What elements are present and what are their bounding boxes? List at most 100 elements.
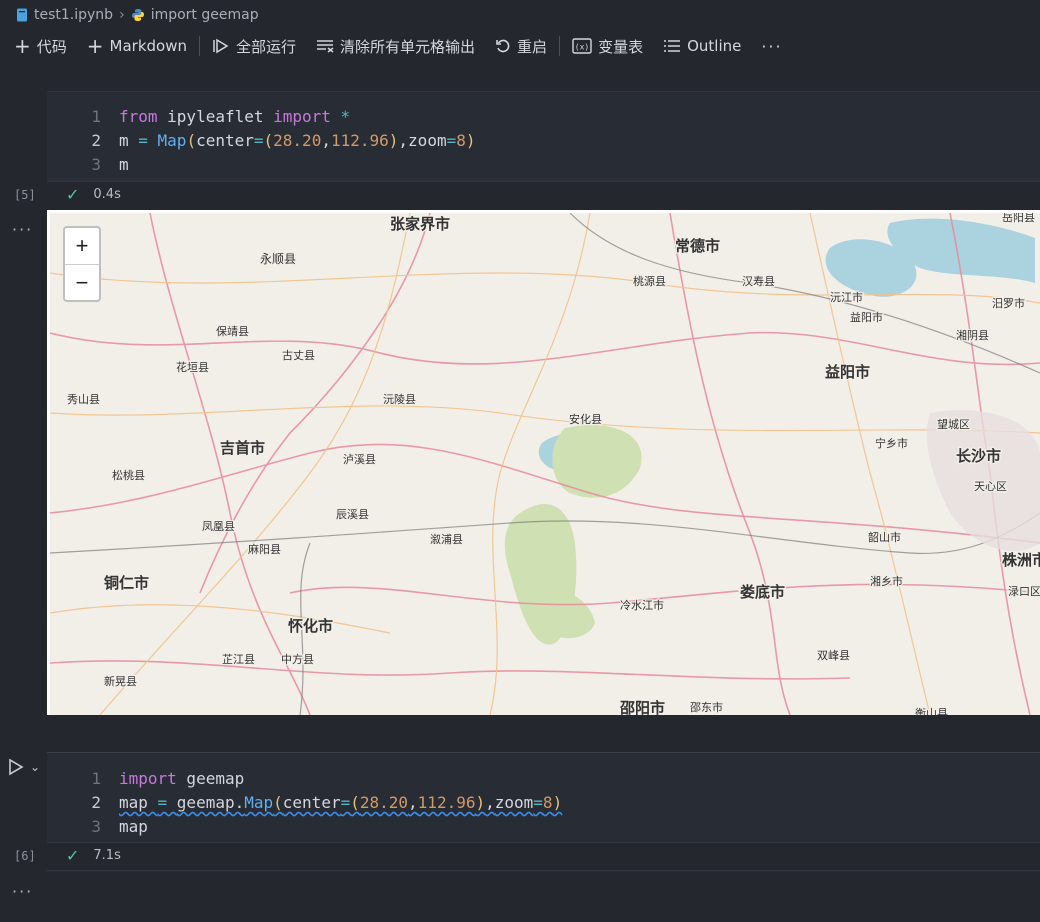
plus-icon: + xyxy=(14,34,31,58)
line-number: 1 xyxy=(91,107,101,126)
clear-outputs-label: 清除所有单元格输出 xyxy=(340,37,476,56)
map-city-label: 沅江市 xyxy=(830,290,863,304)
map-city-label: 韶山市 xyxy=(868,530,901,544)
line-number: 1 xyxy=(91,769,101,788)
map-output[interactable]: 张家界市永顺县 常德市桃源县 汉寿县沅江市益阳市 汨罗市湘阴县 岳阳县保靖县古丈县花垣县… xyxy=(47,210,1040,715)
notebook-toolbar: + 代码 + Markdown 全部运行 清除所有单元格输出 重启 (x) 变量… xyxy=(0,30,1040,62)
plus-icon: + xyxy=(86,34,104,58)
execution-count-1: [5] xyxy=(14,188,36,202)
code-text[interactable]: import geemap xyxy=(119,767,244,791)
variables-icon: (x) xyxy=(572,38,592,54)
cell-duration-2: 7.1s xyxy=(93,848,121,863)
add-code-label: 代码 xyxy=(36,37,67,56)
map-city-label: 凤凰县 xyxy=(202,520,235,533)
map-city-label: 泸溪县 xyxy=(343,453,376,466)
breadcrumb-section-label: import geemap xyxy=(150,7,259,23)
check-icon: ✓ xyxy=(66,185,80,204)
code-cell-1[interactable]: 1 from ipyleaflet import * 2 m = Map(center… xyxy=(47,91,1040,182)
add-code-button[interactable]: + 代码 xyxy=(4,32,77,60)
map-city-label: 湘阴县 xyxy=(956,328,989,342)
outline-label: Outline xyxy=(687,37,742,55)
code-text[interactable]: m = Map(center=(28.20,112.96),zoom=8) xyxy=(119,129,476,153)
notebook-icon xyxy=(17,8,27,22)
outline-button[interactable]: Outline xyxy=(653,32,751,60)
map-city-label: 溆浦县 xyxy=(430,532,463,546)
breadcrumb-section[interactable]: import geemap xyxy=(131,7,259,23)
run-all-label: 全部运行 xyxy=(236,37,297,56)
output-more-button-2[interactable]: ··· xyxy=(12,882,33,901)
map-city-label: 常德市 xyxy=(675,237,720,255)
chevron-right-icon: › xyxy=(119,7,125,23)
restart-label: 重启 xyxy=(517,37,548,56)
execution-count-2: [6] xyxy=(14,849,36,863)
map-city-label: 辰溪县 xyxy=(336,508,369,521)
map-city-label: 益阳市 xyxy=(850,310,883,324)
line-number: 3 xyxy=(91,817,101,836)
map-city-label: 邵东市 xyxy=(690,700,723,714)
map-city-label: 宁乡市 xyxy=(875,436,908,450)
map-city-label: 望城区 xyxy=(937,418,970,431)
map-city-label: 秀山县 xyxy=(67,393,100,406)
map-tiles[interactable]: 张家界市永顺县 常德市桃源县 汉寿县沅江市益阳市 汨罗市湘阴县 岳阳县保靖县古丈县花垣县… xyxy=(50,213,1040,715)
map-city-label: 双峰县 xyxy=(817,649,850,662)
run-cell-button[interactable]: ⌄ xyxy=(8,758,40,776)
add-markdown-button[interactable]: + Markdown xyxy=(77,32,197,60)
cell-status-2: ✓ 7.1s xyxy=(66,846,121,865)
line-number: 3 xyxy=(91,155,101,174)
output-more-button[interactable]: ··· xyxy=(12,220,33,239)
map-zoom-control: + − xyxy=(63,226,101,302)
check-icon: ✓ xyxy=(66,846,80,865)
restart-icon xyxy=(496,39,510,53)
add-markdown-label: Markdown xyxy=(109,37,188,55)
variables-button[interactable]: (x) 变量表 xyxy=(562,32,653,60)
map-city-label: 桃源县 xyxy=(633,274,666,288)
zoom-out-button[interactable]: − xyxy=(65,265,99,301)
cell-duration-1: 0.4s xyxy=(93,187,121,202)
run-all-icon xyxy=(213,38,229,54)
map-city-label: 铜仁市 xyxy=(104,574,149,592)
code-text[interactable]: map xyxy=(119,815,148,839)
map-city-label: 娄底市 xyxy=(740,583,785,601)
code-text[interactable]: map = geemap.Map(center=(28.20,112.96),z… xyxy=(119,791,562,815)
code-text[interactable]: from ipyleaflet import * xyxy=(119,105,350,129)
more-actions-button[interactable]: ··· xyxy=(751,32,792,60)
line-number: 2 xyxy=(91,131,101,150)
map-city-label: 安化县 xyxy=(569,412,602,426)
breadcrumb-file[interactable]: test1.ipynb xyxy=(16,7,113,23)
map-city-label: 邵阳市 xyxy=(619,699,665,715)
map-city-label: 岳阳县 xyxy=(1002,213,1035,224)
map-city-label: 衡山县 xyxy=(915,707,948,715)
chevron-down-icon[interactable]: ⌄ xyxy=(30,760,40,774)
list-icon xyxy=(664,40,681,52)
code-cell-2[interactable]: 1 import geemap 2 map = geemap.Map(center=(… xyxy=(47,752,1040,843)
map-city-label: 汉寿县 xyxy=(742,274,775,288)
toolbar-divider xyxy=(199,36,201,56)
breadcrumb: test1.ipynb › import geemap xyxy=(0,0,1040,30)
clear-outputs-button[interactable]: 清除所有单元格输出 xyxy=(306,32,485,60)
map-city-label: 保靖县 xyxy=(216,324,249,338)
python-icon xyxy=(131,9,144,21)
map-city-label: 长沙市 xyxy=(956,447,1001,465)
play-icon xyxy=(9,758,24,776)
output-cell-2 xyxy=(47,870,1040,872)
map-city-label: 古丈县 xyxy=(282,349,315,362)
map-city-label: 花垣县 xyxy=(176,361,209,374)
line-number: 2 xyxy=(91,793,101,812)
variables-label: 变量表 xyxy=(598,37,644,56)
map-city-label: 怀化市 xyxy=(288,617,333,635)
svg-text:(x): (x) xyxy=(575,43,589,52)
zoom-in-button[interactable]: + xyxy=(65,228,99,265)
map-city-label: 冷水江市 xyxy=(620,598,664,612)
map-city-label: 张家界市 xyxy=(390,215,450,233)
toolbar-divider xyxy=(559,36,561,56)
map-city-label: 天心区 xyxy=(974,480,1007,493)
breadcrumb-file-label: test1.ipynb xyxy=(34,7,114,23)
restart-button[interactable]: 重启 xyxy=(485,32,557,60)
code-text[interactable]: m xyxy=(119,153,129,177)
map-city-label: 芷江县 xyxy=(222,653,255,666)
map-city-label: 中方县 xyxy=(281,652,314,666)
run-all-button[interactable]: 全部运行 xyxy=(202,32,306,60)
cell-status-1: ✓ 0.4s xyxy=(66,185,121,204)
map-city-label: 永顺县 xyxy=(260,252,296,266)
map-city-label: 汨罗市 xyxy=(992,296,1025,310)
